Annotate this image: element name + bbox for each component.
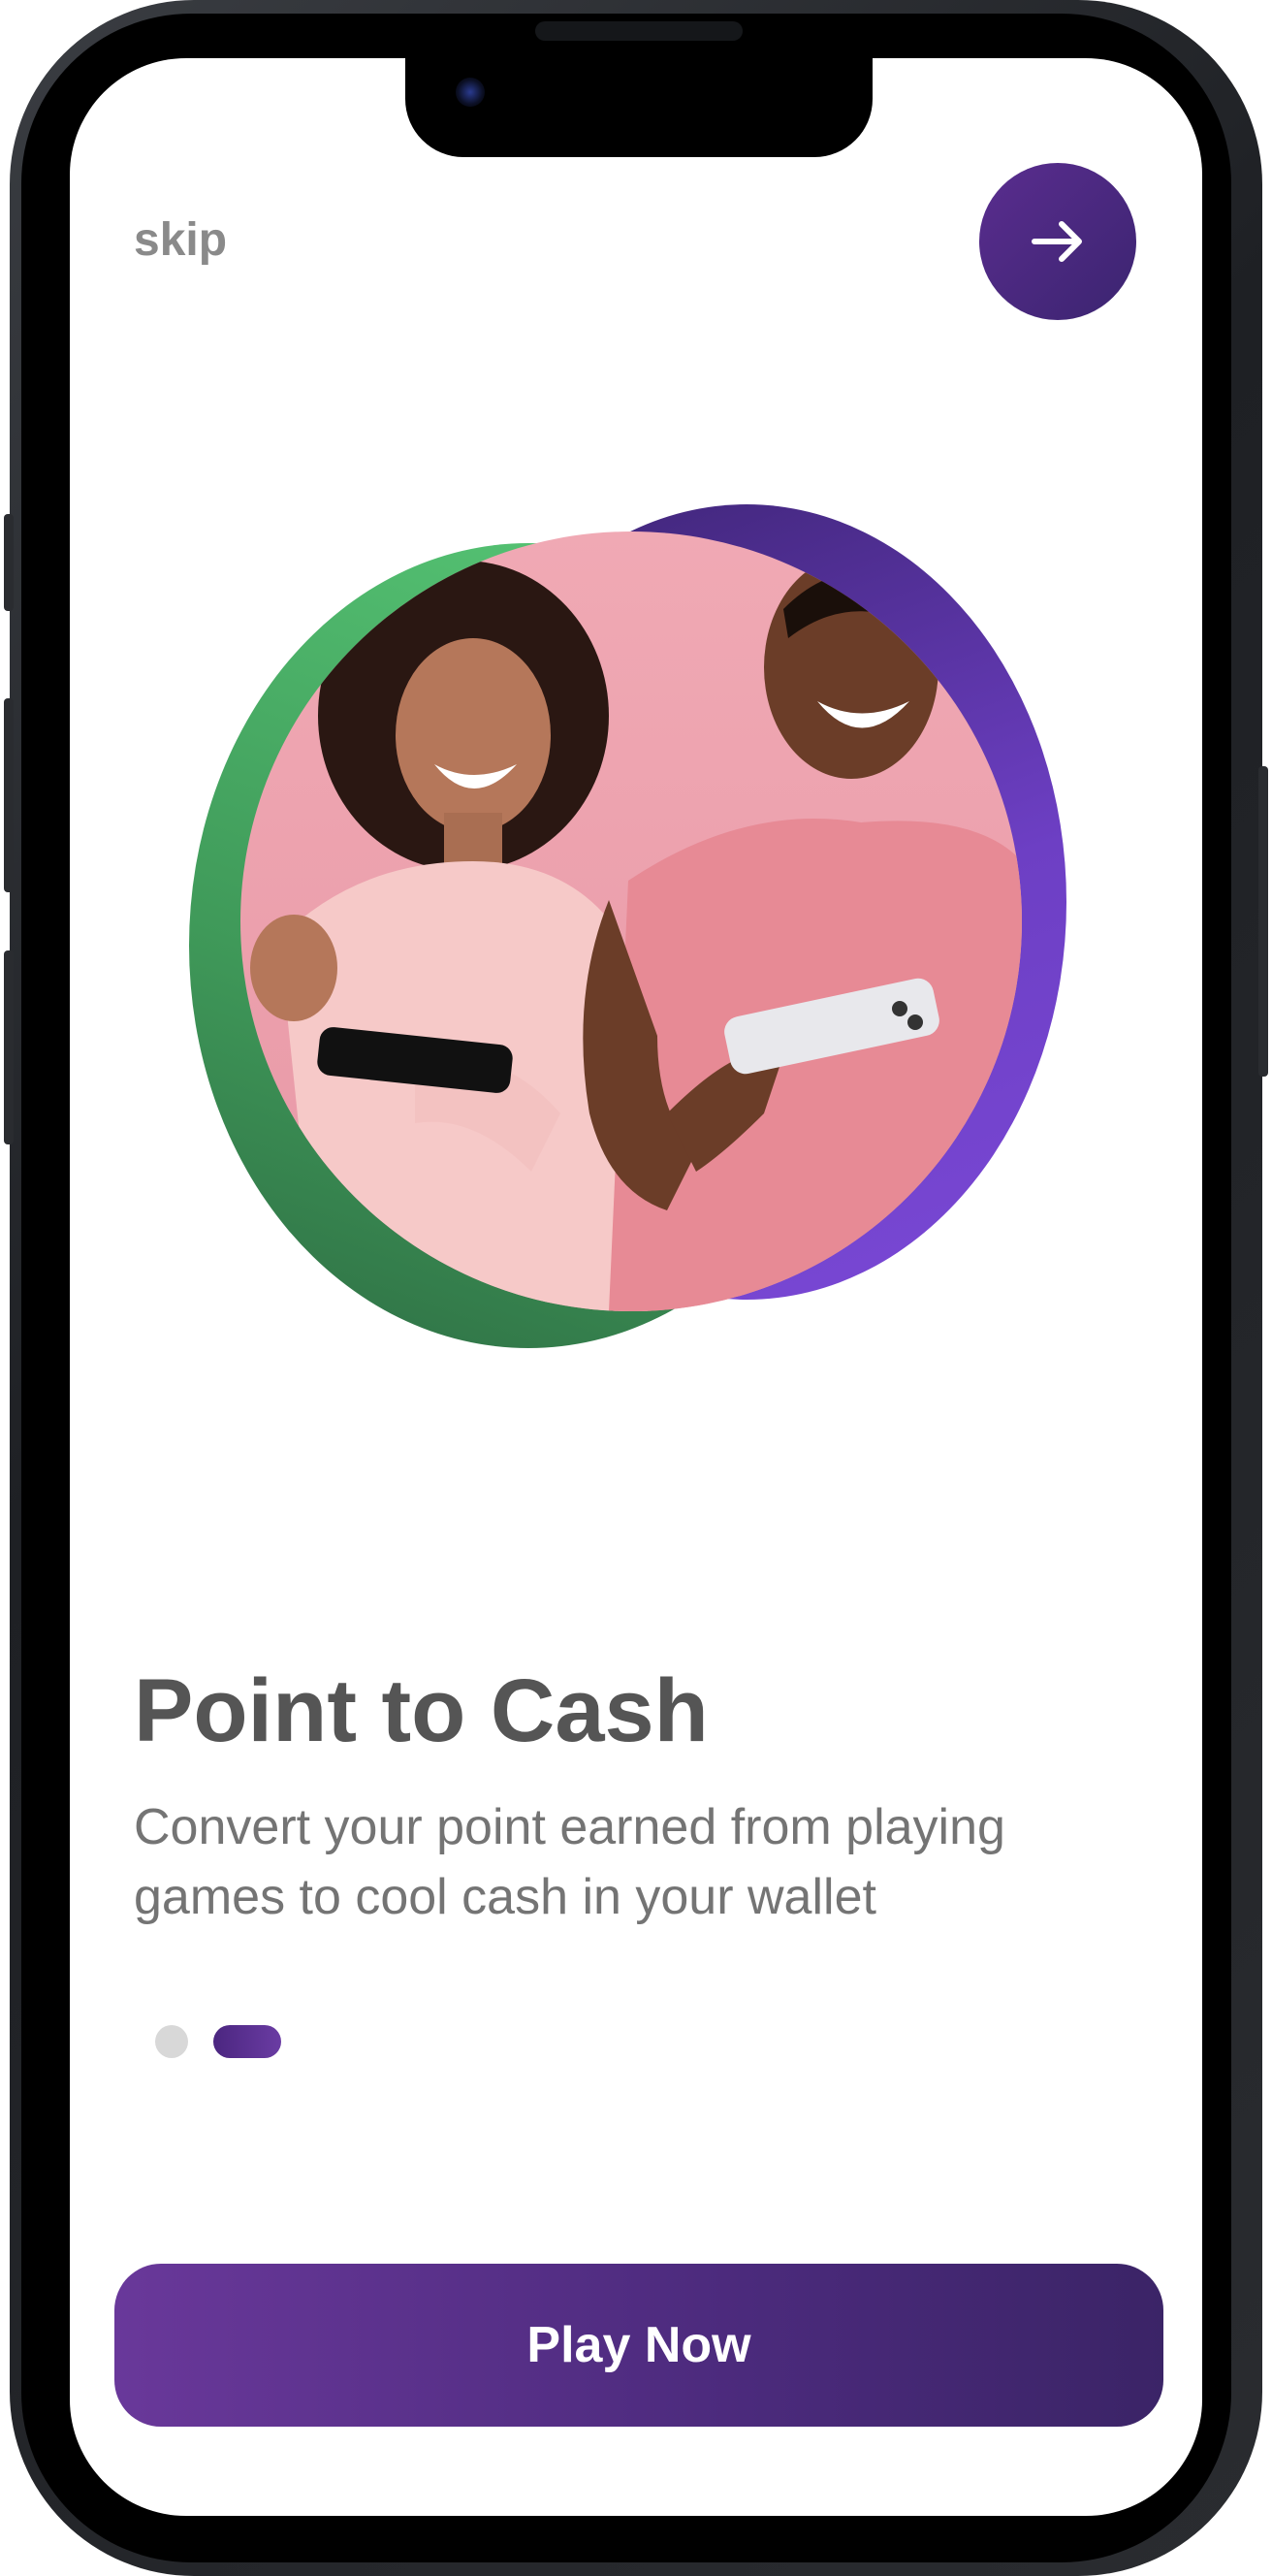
page-dot-1[interactable]: [155, 2025, 188, 2058]
people-illustration: [250, 556, 1022, 1311]
volume-down-button: [4, 950, 14, 1144]
page-description: Convert your point earned from playing g…: [134, 1799, 1005, 1925]
page-dot-2-active[interactable]: [213, 2025, 281, 2058]
silent-switch: [4, 514, 14, 611]
hero-image: [240, 531, 1022, 1311]
page-title: Point to Cash: [134, 1661, 709, 1760]
play-now-button[interactable]: Play Now: [114, 2264, 1163, 2427]
page-indicator: [155, 2025, 281, 2058]
volume-up-button: [4, 698, 14, 892]
skip-button[interactable]: skip: [134, 213, 227, 267]
notch: [405, 58, 873, 157]
front-camera: [456, 78, 485, 107]
arrow-right-icon: [1032, 221, 1082, 262]
power-button: [1258, 766, 1268, 1077]
speaker-grille: [535, 21, 743, 41]
next-button[interactable]: [979, 163, 1136, 320]
